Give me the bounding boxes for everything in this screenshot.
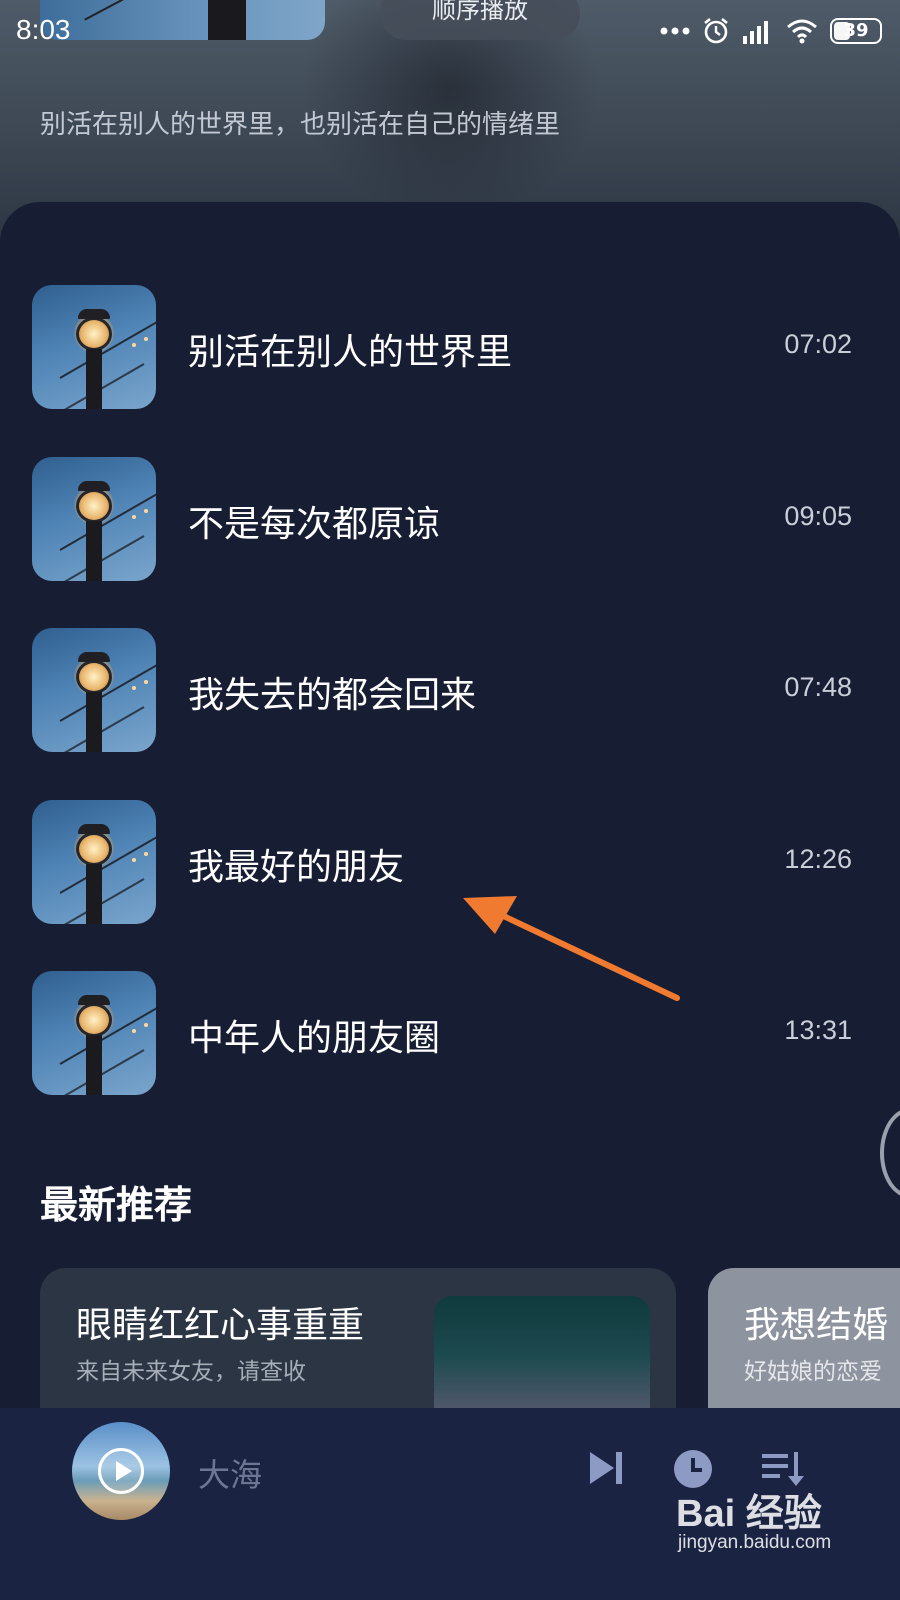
track-duration: 13:31 bbox=[784, 1015, 852, 1045]
now-playing-title: 大海 bbox=[198, 1456, 263, 1494]
battery-icon: 39 bbox=[830, 18, 882, 44]
baidu-jingyan-watermark: Bai 经验 jingyan.baidu.com bbox=[676, 1482, 896, 1562]
next-track-icon[interactable] bbox=[586, 1448, 626, 1488]
track-duration: 07:02 bbox=[784, 329, 852, 359]
now-playing-cover[interactable] bbox=[72, 1422, 170, 1520]
track-row[interactable]: 我失去的都会回来 07:48 bbox=[32, 628, 852, 752]
track-cover bbox=[32, 628, 156, 752]
track-cover bbox=[32, 457, 156, 581]
alarm-icon bbox=[704, 17, 728, 44]
recommend-card-title: 我想结婚 bbox=[744, 1305, 889, 1346]
track-title: 我失去的都会回来 bbox=[188, 675, 477, 716]
track-title: 不是每次都原谅 bbox=[188, 504, 441, 545]
track-title: 别活在别人的世界里 bbox=[188, 332, 513, 373]
track-row[interactable]: 别活在别人的世界里 07:02 bbox=[32, 285, 852, 409]
track-title: 中年人的朋友圈 bbox=[188, 1018, 441, 1059]
watermark-url: jingyan.baidu.com bbox=[678, 1532, 832, 1553]
track-cover bbox=[32, 800, 156, 924]
play-order-button[interactable]: 顺序播放 bbox=[380, 0, 580, 40]
watermark-logo: Bai 经验 bbox=[676, 1493, 822, 1535]
status-icons: 39 bbox=[660, 14, 882, 48]
recommend-card-subtitle: 好姑娘的恋爱 bbox=[744, 1359, 882, 1385]
track-title: 我最好的朋友 bbox=[188, 847, 405, 888]
more-dots-icon bbox=[660, 27, 690, 35]
annotation-arrow-icon bbox=[463, 896, 680, 1001]
track-duration: 12:26 bbox=[784, 844, 852, 874]
playlist-description: 别活在别人的世界里，也别活在自己的情绪里 bbox=[40, 110, 561, 140]
status-time: 8:03 bbox=[16, 14, 71, 45]
recommend-card-title: 眼睛红红心事重重 bbox=[76, 1305, 365, 1346]
track-cover bbox=[32, 971, 156, 1095]
track-duration: 07:48 bbox=[784, 672, 852, 702]
signal-icon bbox=[743, 21, 768, 44]
track-duration: 09:05 bbox=[784, 501, 852, 531]
track-cover bbox=[32, 285, 156, 409]
album-cover-top bbox=[40, 0, 325, 40]
battery-level: 39 bbox=[843, 20, 869, 41]
play-icon[interactable] bbox=[98, 1448, 144, 1494]
track-row[interactable]: 我最好的朋友 12:26 bbox=[32, 800, 852, 924]
track-row[interactable]: 不是每次都原谅 09:05 bbox=[32, 457, 852, 581]
recommend-card-subtitle: 来自未来女友，请查收 bbox=[76, 1359, 306, 1385]
section-title-recommend: 最新推荐 bbox=[40, 1183, 193, 1227]
wifi-icon bbox=[787, 19, 817, 44]
track-row[interactable]: 中年人的朋友圈 13:31 bbox=[32, 971, 852, 1095]
